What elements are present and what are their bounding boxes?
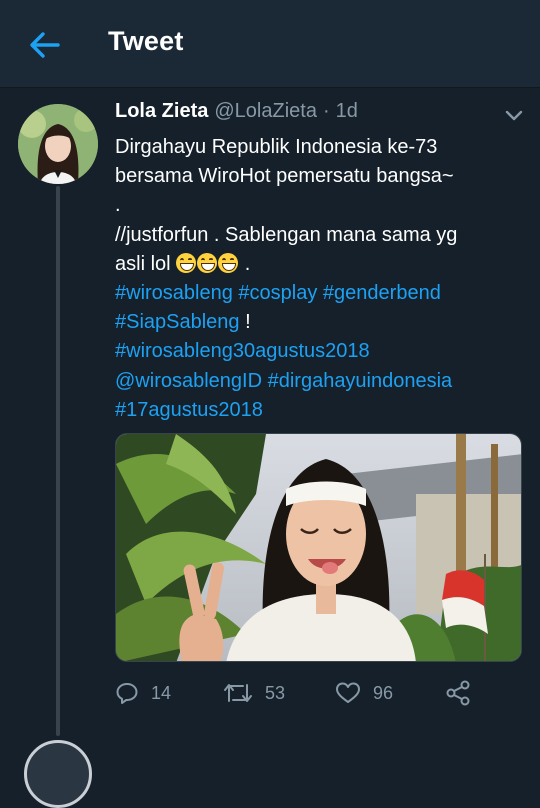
retweet-count: 53 (265, 682, 286, 703)
tweet-line-suffix: . (239, 252, 251, 275)
reply-avatar[interactable] (24, 740, 92, 808)
hashtag-link[interactable]: #genderbend (323, 282, 441, 304)
tweet-actions: 14 53 96 (115, 678, 525, 708)
avatar[interactable] (18, 104, 98, 184)
back-button[interactable] (26, 27, 62, 63)
reply-button[interactable]: 14 (115, 678, 171, 708)
tweet-line: Dirgahayu Republik Indonesia ke-73 (115, 136, 438, 158)
tweet-line: . (115, 194, 121, 217)
separator-dot: · (322, 100, 330, 122)
hashtag-link[interactable]: #wirosableng (115, 282, 233, 304)
retweet-button[interactable]: 53 (223, 678, 285, 708)
arrow-left-icon (30, 32, 60, 58)
grinning-squinting-face-icon (197, 252, 218, 273)
user-handle[interactable]: @LolaZieta (214, 100, 317, 123)
heart-icon (336, 682, 360, 703)
tweet-line: //justforfun . Sablengan mana sama yg (115, 223, 458, 246)
retweet-icon (224, 684, 252, 702)
hashtag-link[interactable]: #SiapSableng (115, 311, 240, 333)
tweet-text: Dirgahayu Republik Indonesia ke-73 bersa… (115, 133, 525, 425)
thread-line (56, 186, 60, 736)
avatar-image (18, 104, 98, 184)
mention-link[interactable]: @wirosablengID (115, 370, 262, 392)
chevron-down-icon (505, 110, 523, 121)
page-title: Tweet (108, 26, 184, 56)
tweet-photo[interactable] (115, 433, 522, 662)
tweet-line-suffix: ! (239, 311, 251, 334)
tweet-line: #wirosableng30agustus2018 (115, 337, 525, 366)
like-button[interactable]: 96 (335, 678, 393, 708)
like-count: 96 (373, 682, 394, 703)
tweet-line: #SiapSableng ! (115, 308, 525, 337)
share-button[interactable] (445, 678, 471, 708)
hashtag-link[interactable]: #cosplay (238, 282, 317, 304)
tweet-line: bersama WiroHot pemersatu bangsa~ (115, 165, 454, 188)
reply-count: 14 (151, 682, 172, 703)
grinning-squinting-face-icon (218, 252, 239, 273)
tweet-line: #wirosableng #cosplay #genderbend (115, 279, 525, 308)
tweet-line: asli lol . (115, 250, 525, 279)
tweet-line-text: asli lol (115, 252, 171, 275)
grinning-squinting-face-icon (176, 252, 197, 273)
tweet-author[interactable]: Lola Zieta @LolaZieta · 1d (115, 100, 358, 126)
photo-image (116, 434, 521, 661)
hashtag-link[interactable]: #dirgahayuindonesia (268, 370, 453, 392)
tweet-line: @wirosablengID #dirgahayuindonesia (115, 367, 525, 396)
top-bar: Tweet (0, 0, 540, 88)
tweet-line: #17agustus2018 (115, 396, 525, 425)
display-name[interactable]: Lola Zieta (115, 100, 208, 123)
tweet-menu-button[interactable] (500, 104, 528, 128)
timestamp[interactable]: 1d (336, 100, 358, 123)
share-icon (446, 680, 470, 706)
reply-icon (116, 683, 138, 704)
hashtag-link[interactable]: #wirosableng30agustus2018 (115, 340, 370, 362)
hashtag-link[interactable]: #17agustus2018 (115, 399, 263, 421)
